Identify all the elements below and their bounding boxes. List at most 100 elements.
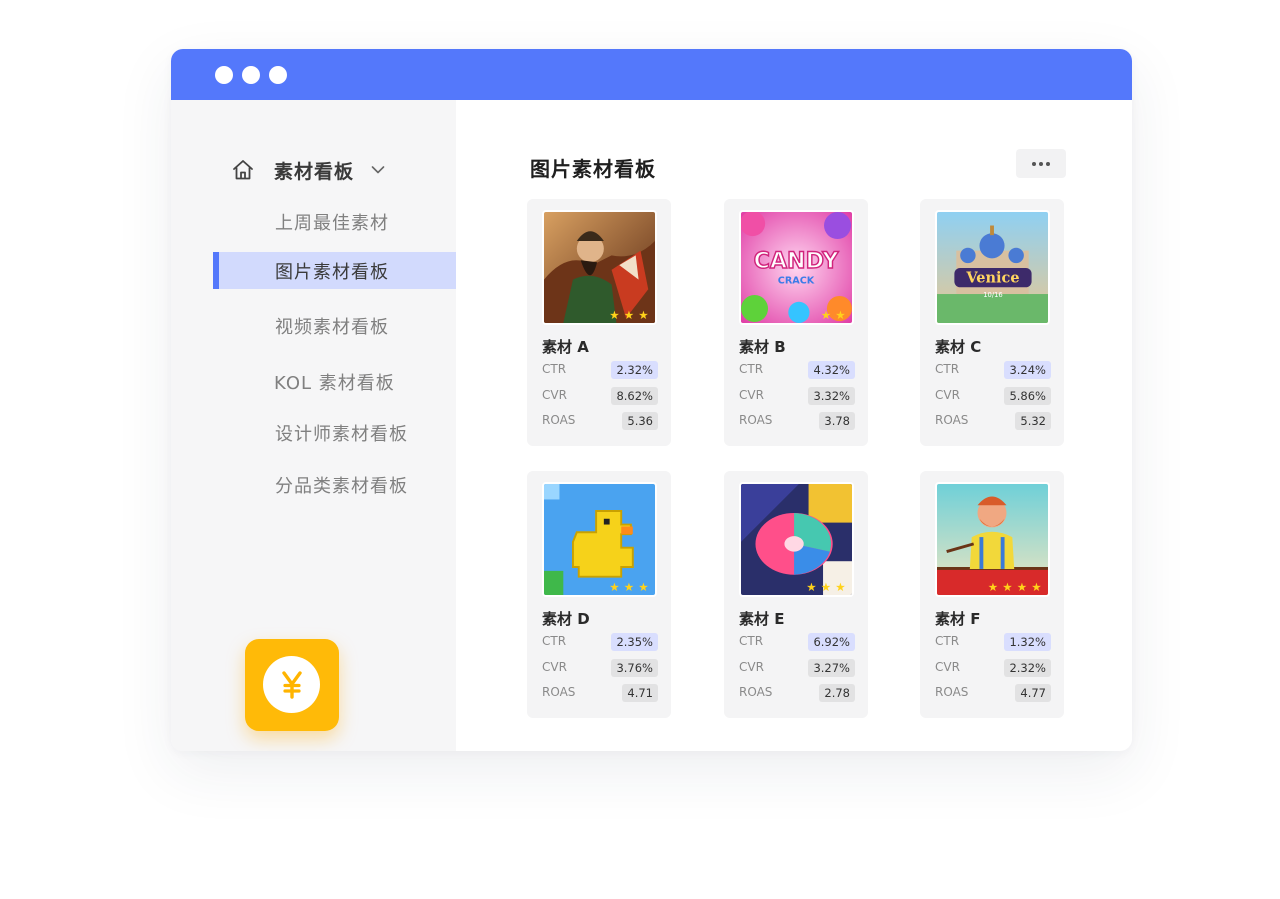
asset-name: 素材 E — [739, 610, 785, 628]
metric-label: ROAS — [935, 413, 969, 427]
asset-card-c[interactable]: Venice 10/16 素材 C CTR 3.24% CVR 5.86% RO… — [920, 199, 1064, 446]
metric-ctr: CTR 3.24% — [935, 361, 1051, 379]
thumb-title-text: Venice — [965, 269, 1019, 286]
asset-thumbnail-c[interactable]: Venice 10/16 — [935, 210, 1050, 325]
sidebar-item-designer-board[interactable]: 设计师素材看板 — [275, 420, 408, 446]
metric-cvr: CVR 3.76% — [542, 659, 658, 677]
star-icon: ★ — [988, 580, 998, 594]
asset-card-b[interactable]: CANDY CRACK ★ ★ 素材 B CTR 4.32% CVR 3.32% … — [724, 199, 868, 446]
star-icon: ★ — [806, 580, 816, 594]
chevron-down-icon[interactable] — [370, 162, 386, 178]
metric-cvr: CVR 2.32% — [935, 659, 1051, 677]
asset-card-d[interactable]: ★ ★ ★ 素材 D CTR 2.35% CVR 3.76% ROAS 4.71 — [527, 471, 671, 718]
metric-ctr: CTR 1.32% — [935, 633, 1051, 651]
sidebar-item-video-board[interactable]: 视频素材看板 — [275, 313, 389, 339]
metric-label: CTR — [739, 362, 764, 376]
metric-value: 8.62% — [611, 387, 658, 405]
sidebar-group-header[interactable]: 素材看板 — [231, 155, 431, 185]
metric-value: 5.32 — [1015, 412, 1051, 430]
asset-name: 素材 B — [739, 338, 786, 356]
metric-value: 2.35% — [611, 633, 658, 651]
metric-roas: ROAS 5.36 — [542, 412, 658, 430]
metric-value: 4.32% — [808, 361, 855, 379]
yuan-badge[interactable] — [245, 639, 339, 731]
page-title: 图片素材看板 — [530, 157, 656, 181]
metric-label: ROAS — [935, 685, 969, 699]
metric-label: ROAS — [542, 413, 576, 427]
metric-value: 4.77 — [1015, 684, 1051, 702]
asset-name: 素材 A — [542, 338, 589, 356]
asset-card-f[interactable]: ★ ★ ★ ★ 素材 F CTR 1.32% CVR 2.32% ROAS 4.77 — [920, 471, 1064, 718]
metric-value: 3.76% — [611, 659, 658, 677]
asset-name: 素材 F — [935, 610, 981, 628]
window-dot-2[interactable] — [242, 66, 260, 84]
asset-thumbnail-b[interactable]: CANDY CRACK ★ ★ — [739, 210, 854, 325]
sidebar-item-label: 图片素材看板 — [275, 262, 389, 283]
metric-value: 4.71 — [622, 684, 658, 702]
sidebar: 素材看板 上周最佳素材 图片素材看板 视频素材看板 KOL 素材看板 设计师素材… — [171, 100, 456, 751]
thumb-sub-text: 10/16 — [983, 291, 1002, 299]
metric-label: CVR — [739, 388, 764, 402]
metric-value: 3.78 — [819, 412, 855, 430]
metric-label: CTR — [739, 634, 764, 648]
metric-ctr: CTR 6.92% — [739, 633, 855, 651]
asset-thumbnail-a[interactable]: ★ ★ ★ — [542, 210, 657, 325]
asset-card-a[interactable]: ★ ★ ★ 素材 A CTR 2.32% CVR 8.62% ROAS 5.36 — [527, 199, 671, 446]
star-icon: ★ — [1031, 580, 1041, 594]
metric-ctr: CTR 4.32% — [739, 361, 855, 379]
sidebar-item-category-board[interactable]: 分品类素材看板 — [275, 472, 408, 498]
metric-label: CTR — [542, 362, 567, 376]
asset-name: 素材 D — [542, 610, 590, 628]
metric-value: 2.32% — [611, 361, 658, 379]
asset-thumbnail-e[interactable]: ★ ★ ★ — [739, 482, 854, 597]
metric-label: CTR — [935, 362, 960, 376]
window-dot-1[interactable] — [215, 66, 233, 84]
metric-ctr: CTR 2.32% — [542, 361, 658, 379]
sidebar-item-kol-board[interactable]: KOL 素材看板 — [274, 369, 395, 395]
metric-label: CVR — [935, 388, 960, 402]
star-icon: ★ — [624, 580, 634, 594]
sidebar-item-last-week-best[interactable]: 上周最佳素材 — [275, 209, 389, 235]
metric-label: ROAS — [542, 685, 576, 699]
home-icon — [233, 160, 253, 180]
metric-label: ROAS — [739, 685, 773, 699]
star-icon: ★ — [835, 580, 845, 594]
star-icon: ★ — [609, 308, 619, 322]
sidebar-item-image-board[interactable]: 图片素材看板 — [213, 252, 456, 289]
metric-label: CTR — [935, 634, 960, 648]
metric-roas: ROAS 3.78 — [739, 412, 855, 430]
metric-roas: ROAS 4.77 — [935, 684, 1051, 702]
metric-value: 5.86% — [1004, 387, 1051, 405]
star-icon: ★ — [638, 308, 648, 322]
star-icon: ★ — [609, 580, 619, 594]
metric-value: 3.24% — [1004, 361, 1051, 379]
more-dots-icon — [1032, 161, 1050, 166]
metric-roas: ROAS 5.32 — [935, 412, 1051, 430]
star-icon: ★ — [638, 580, 648, 594]
metric-cvr: CVR 8.62% — [542, 387, 658, 405]
metric-value: 2.78 — [819, 684, 855, 702]
window-dot-3[interactable] — [269, 66, 287, 84]
metric-value: 5.36 — [622, 412, 658, 430]
metric-ctr: CTR 2.35% — [542, 633, 658, 651]
card-grid: ★ ★ ★ 素材 A CTR 2.32% CVR 8.62% ROAS 5.36 — [527, 199, 1066, 724]
yuan-icon — [263, 656, 320, 713]
asset-thumbnail-f[interactable]: ★ ★ ★ ★ — [935, 482, 1050, 597]
more-button[interactable] — [1016, 149, 1066, 178]
asset-card-e[interactable]: ★ ★ ★ 素材 E CTR 6.92% CVR 3.27% ROAS 2.78 — [724, 471, 868, 718]
star-icon: ★ — [835, 308, 845, 322]
metric-cvr: CVR 3.32% — [739, 387, 855, 405]
thumb-title-text: CANDY — [754, 248, 840, 274]
metric-value: 3.32% — [808, 387, 855, 405]
metric-cvr: CVR 5.86% — [935, 387, 1051, 405]
asset-thumbnail-d[interactable]: ★ ★ ★ — [542, 482, 657, 597]
metric-cvr: CVR 3.27% — [739, 659, 855, 677]
metric-label: ROAS — [739, 413, 773, 427]
metric-label: CVR — [542, 388, 567, 402]
star-icon: ★ — [821, 580, 831, 594]
metric-label: CVR — [935, 660, 960, 674]
sidebar-group-label: 素材看板 — [274, 160, 355, 183]
metric-roas: ROAS 2.78 — [739, 684, 855, 702]
metric-label: CTR — [542, 634, 567, 648]
metric-label: CVR — [739, 660, 764, 674]
